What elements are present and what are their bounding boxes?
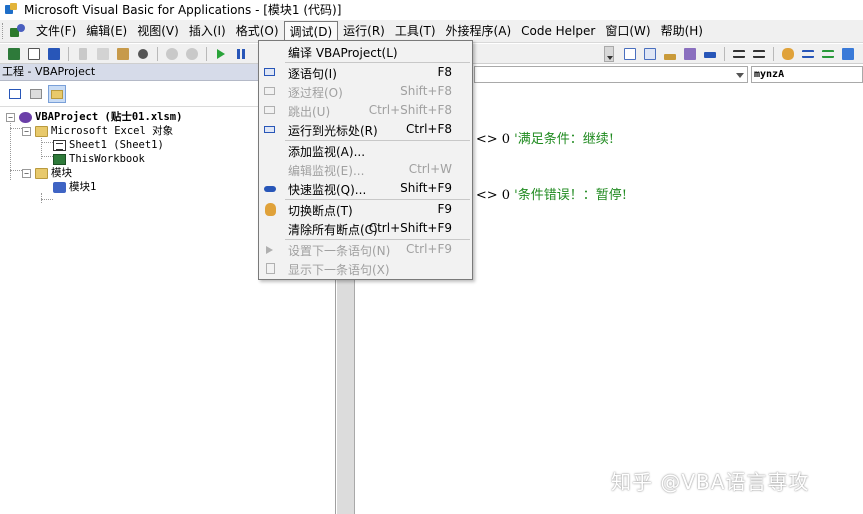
tree-sheet1[interactable]: Sheet1 (Sheet1): [53, 138, 164, 152]
undo-icon[interactable]: [164, 46, 180, 62]
show-next-statement-icon: [263, 261, 278, 276]
tree-excel-objects[interactable]: − Microsoft Excel 对象: [22, 124, 173, 138]
menu-item-clear-all-breakpoints[interactable]: 清除所有断点(C) Ctrl+Shift+F9: [259, 219, 472, 238]
toolbar-dropdown-arrow[interactable]: [604, 46, 614, 62]
toolbar-separator: [724, 47, 725, 61]
menu-item-step-out[interactable]: 跳出(U) Ctrl+Shift+F8: [259, 101, 472, 120]
collapse-icon[interactable]: −: [22, 168, 31, 178]
toolbar-separator: [206, 46, 207, 61]
tree-root-vbaproject[interactable]: − VBAProject (贴士01.xlsm): [6, 110, 182, 124]
vba-app-icon: [4, 2, 18, 16]
cut-icon[interactable]: [75, 46, 91, 62]
set-next-statement-icon: [263, 242, 278, 257]
breakpoint-hand-icon: [263, 202, 278, 217]
menu-window[interactable]: 窗口(W): [600, 21, 655, 41]
code-line[interactable]: t y <> 0 '满足条件：继续!: [455, 128, 614, 147]
folder-icon: [35, 125, 48, 137]
menu-debug[interactable]: 调试(D): [283, 21, 339, 41]
insert-userform-icon[interactable]: [26, 46, 42, 62]
outdent-icon[interactable]: [751, 46, 767, 62]
menu-item-quick-watch[interactable]: 快速监视(Q)... Shift+F9: [259, 179, 472, 198]
menu-format[interactable]: 格式(O): [231, 21, 284, 41]
window-title: Microsoft Visual Basic for Applications …: [24, 2, 342, 17]
view-code-icon[interactable]: [6, 85, 24, 103]
menu-code-helper[interactable]: Code Helper: [516, 21, 600, 41]
tree-modules-label: 模块: [51, 167, 72, 179]
menu-item-compile[interactable]: 编译 VBAProject(L): [259, 42, 472, 61]
toggle-breakpoint-hand-icon[interactable]: [780, 46, 796, 62]
folder-icon: [35, 167, 48, 179]
toggle-bookmark-icon[interactable]: [840, 46, 856, 62]
procedure-combo[interactable]: mynzA: [751, 66, 863, 83]
tree-thisworkbook-label: ThisWorkbook: [69, 153, 145, 165]
workbook-icon: [53, 153, 66, 165]
menu-item-step-into[interactable]: 逐语句(I) F8: [259, 63, 472, 82]
tree-module1[interactable]: 模块1: [53, 180, 96, 194]
paste-icon[interactable]: [115, 46, 131, 62]
step-over-icon: [263, 84, 278, 99]
view-object-icon[interactable]: [27, 85, 45, 103]
menu-item-set-next-statement[interactable]: 设置下一条语句(N) Ctrl+F9: [259, 240, 472, 259]
step-out-icon: [263, 103, 278, 118]
toolbar-separator: [68, 46, 69, 61]
title-bar: Microsoft Visual Basic for Applications …: [0, 0, 863, 18]
toggle-folders-icon[interactable]: [48, 84, 66, 103]
run-icon[interactable]: [213, 46, 229, 62]
uncomment-block-icon[interactable]: [820, 46, 836, 62]
list-properties-icon[interactable]: [622, 46, 638, 62]
parameter-info-icon[interactable]: [682, 46, 698, 62]
toolbar-separator: [157, 46, 158, 61]
menu-item-run-to-cursor[interactable]: 运行到光标处(R) Ctrl+F8: [259, 120, 472, 139]
indent-icon[interactable]: [731, 46, 747, 62]
collapse-icon[interactable]: −: [6, 112, 15, 122]
toolbar-separator: [773, 47, 774, 61]
menu-help[interactable]: 帮助(H): [656, 21, 708, 41]
view-excel-icon[interactable]: [6, 46, 22, 62]
code-comment: '满足条件：继续!: [514, 132, 614, 147]
quick-watch-icon: [263, 181, 278, 196]
excel-view-icon[interactable]: [9, 22, 27, 40]
debug-menu-dropdown: 编译 VBAProject(L) 逐语句(I) F8 逐过程(O) Shift+…: [258, 40, 473, 280]
watermark: 知乎 @VBA语言専攻: [611, 470, 810, 494]
menu-file[interactable]: 文件(F): [31, 21, 81, 41]
menu-view[interactable]: 视图(V): [132, 21, 184, 41]
list-constants-icon[interactable]: [642, 46, 658, 62]
module-icon: [53, 181, 66, 193]
worksheet-icon: [53, 139, 66, 151]
edit-toolbar: [620, 45, 858, 63]
vbaproject-icon: [19, 111, 32, 123]
comment-block-icon[interactable]: [800, 46, 816, 62]
menu-item-show-next-statement[interactable]: 显示下一条语句(X): [259, 259, 472, 278]
menu-edit[interactable]: 编辑(E): [81, 21, 132, 41]
menu-item-toggle-breakpoint[interactable]: 切换断点(T) F9: [259, 200, 472, 219]
code-line[interactable]: t y <> 0 '条件错误！：暂停!: [455, 184, 627, 203]
save-icon[interactable]: [46, 46, 62, 62]
tree-root-label: VBAProject (贴士01.xlsm): [35, 111, 183, 123]
object-combo[interactable]: [474, 66, 748, 83]
quick-info-icon[interactable]: [662, 46, 678, 62]
complete-word-icon[interactable]: [702, 46, 718, 62]
run-to-cursor-icon: [263, 122, 278, 137]
menu-grip[interactable]: [2, 23, 6, 39]
tree-excel-objects-label: Microsoft Excel 对象: [51, 125, 174, 137]
menu-item-step-over[interactable]: 逐过程(O) Shift+F8: [259, 82, 472, 101]
tree-thisworkbook[interactable]: ThisWorkbook: [53, 152, 145, 166]
chevron-down-icon[interactable]: [736, 73, 744, 78]
menu-insert[interactable]: 插入(I): [184, 21, 231, 41]
find-icon[interactable]: [135, 46, 151, 62]
copy-icon[interactable]: [95, 46, 111, 62]
pause-icon[interactable]: [233, 46, 249, 62]
code-comment: '条件错误！：暂停!: [514, 188, 627, 203]
menu-item-add-watch[interactable]: 添加监视(A)...: [259, 141, 472, 160]
tree-module1-label: 模块1: [69, 181, 97, 193]
menu-tools[interactable]: 工具(T): [390, 21, 441, 41]
tree-modules[interactable]: − 模块: [22, 166, 72, 180]
tree-sheet1-label: Sheet1 (Sheet1): [69, 139, 164, 151]
collapse-icon[interactable]: −: [22, 126, 31, 136]
redo-icon[interactable]: [184, 46, 200, 62]
step-into-icon: [263, 65, 278, 80]
menu-addins[interactable]: 外接程序(A): [441, 21, 517, 41]
menu-run[interactable]: 运行(R): [338, 21, 390, 41]
menu-item-edit-watch[interactable]: 编辑监视(E)... Ctrl+W: [259, 160, 472, 179]
